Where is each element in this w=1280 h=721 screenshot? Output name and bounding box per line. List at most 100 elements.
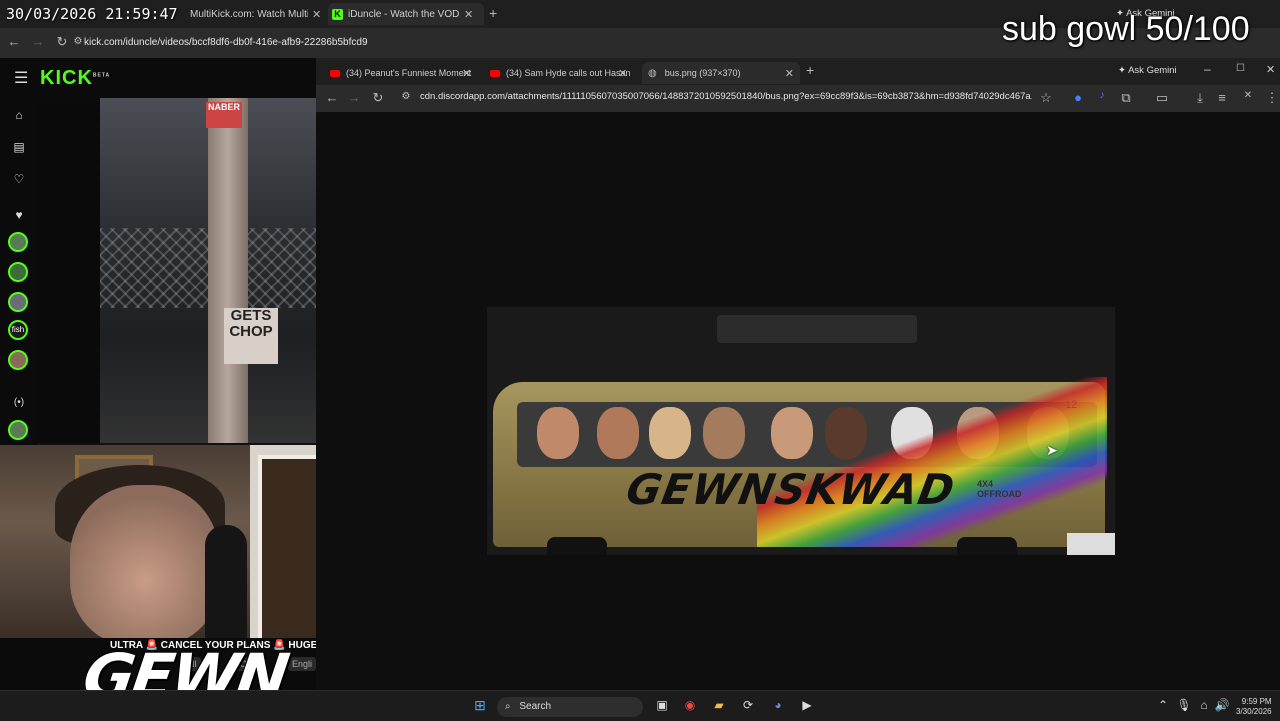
outer-url-field[interactable]: kick.com/iduncle/videos/bccf8df6-db0f-41…	[84, 33, 368, 53]
task-view-icon[interactable]: ▣	[654, 697, 670, 713]
reload-button[interactable]: ↻	[370, 90, 386, 106]
forward-button[interactable]: →	[30, 34, 46, 49]
taskbar-search[interactable]: ⌕ Search	[497, 697, 643, 717]
tab-label: MultiKick.com: Watch Multiple	[190, 8, 308, 20]
tab-label: (34) Peanut's Funniest Moment	[346, 68, 472, 78]
close-icon[interactable]: ✕	[462, 67, 471, 80]
face	[597, 407, 639, 459]
close-icon[interactable]: ✕	[785, 67, 794, 80]
bus-text: GEWNSKWAD	[622, 465, 959, 514]
extensions-puzzle-icon[interactable]: ⧉	[1118, 90, 1134, 106]
avatar[interactable]	[8, 262, 28, 282]
heart-icon[interactable]: ♥	[8, 204, 30, 226]
mouse-cursor-icon: ➤	[1046, 442, 1058, 458]
kick-beta-badge: BETA	[92, 72, 111, 79]
avatar-label: fish	[11, 325, 25, 334]
back-button[interactable]: ←	[324, 90, 340, 105]
inner-tab-samhyde[interactable]: (34) Sam Hyde calls out Hasan ✕	[488, 62, 638, 84]
bus-image[interactable]: GEWNSKWAD 4X4 OFFROAD 12	[487, 307, 1115, 555]
avatar[interactable]	[8, 232, 28, 252]
start-icon[interactable]: ⊞	[472, 697, 488, 713]
more-menu-icon[interactable]: ⋮	[1264, 90, 1280, 106]
youtube-icon	[330, 69, 340, 77]
webcam-feed	[0, 445, 343, 638]
inner-tab-peanut[interactable]: (34) Peanut's Funniest Moment ✕	[328, 62, 480, 84]
inner-tab-buspng[interactable]: ◍ bus.png (937×370) ✕	[642, 62, 800, 84]
kick-logo[interactable]: KICKBETA	[40, 67, 110, 90]
video-frame[interactable]: NABER GETS CHOP	[100, 98, 316, 443]
kick-logo-text: KICK	[40, 67, 93, 89]
forward-button[interactable]: →	[346, 90, 362, 105]
network-icon[interactable]: ⌂	[1196, 697, 1212, 713]
clock-time: 9:59 PM	[1241, 697, 1272, 706]
profile-icon[interactable]: ✕	[1240, 90, 1256, 101]
outer-tab-multikick[interactable]: MultiKick.com: Watch Multiple ✕	[186, 3, 330, 25]
tab-label: bus.png (937×370)	[664, 68, 741, 78]
ask-gemini-button[interactable]: ✦ Ask Gemini	[1118, 65, 1177, 76]
microphone-icon[interactable]: 🎙	[1176, 697, 1192, 713]
audio-icon[interactable]: ♪	[1094, 90, 1110, 101]
microphone	[205, 525, 247, 638]
home-icon[interactable]: ⌂	[8, 104, 30, 126]
search-icon: ⌕	[505, 701, 511, 712]
download-icon[interactable]: ⤓	[1192, 90, 1208, 106]
outer-tab-iduncle[interactable]: K iDuncle - Watch the VOD on K ✕	[328, 3, 484, 25]
browse-icon[interactable]: ▤	[8, 136, 30, 158]
avatar[interactable]	[8, 292, 28, 312]
face	[649, 407, 691, 459]
tag-chip[interactable]: Engli	[288, 657, 317, 671]
bookmark-star-icon[interactable]: ☆	[1038, 90, 1054, 106]
discord-icon[interactable]: ◕	[770, 697, 786, 713]
ask-gemini-label: Ask Gemini	[1128, 65, 1177, 76]
sign-top: NABER	[206, 102, 242, 128]
sidebar-icon[interactable]: ▭	[1154, 90, 1170, 106]
face	[703, 407, 745, 459]
search-label: Search	[519, 701, 552, 712]
new-tab-button[interactable]: +	[489, 5, 497, 21]
kick-favicon-icon: K	[332, 8, 343, 20]
media-player-icon[interactable]: ▶	[799, 697, 815, 713]
close-window-button[interactable]: ✕	[1266, 63, 1275, 76]
extension-icon[interactable]: ●	[1070, 90, 1086, 105]
live-icon: (•)	[13, 397, 25, 408]
tab-label: (34) Sam Hyde calls out Hasan	[506, 68, 631, 78]
side-text: 4X4 OFFROAD	[977, 479, 1022, 499]
person-face	[70, 485, 220, 638]
avatar[interactable]	[8, 420, 28, 440]
volume-icon[interactable]: 🔊	[1214, 697, 1230, 713]
avatar[interactable]	[8, 350, 28, 370]
image-corner	[1067, 533, 1115, 555]
following-icon[interactable]: ♡	[8, 168, 30, 190]
kick-header: ☰ KICKBETA	[0, 58, 316, 98]
minimize-button[interactable]: –	[1204, 62, 1211, 76]
globe-icon: ◍	[648, 67, 657, 79]
reload-button[interactable]: ↻	[54, 34, 70, 50]
close-icon[interactable]: ✕	[312, 8, 321, 21]
file-explorer-icon[interactable]: ▰	[711, 697, 727, 713]
chevron-up-icon[interactable]: ⌃	[1155, 697, 1171, 713]
pole-image	[208, 98, 248, 443]
inner-tab-bar: (34) Peanut's Funniest Moment ✕ (34) Sam…	[316, 58, 1280, 85]
avatar-fish[interactable]: fish	[8, 320, 28, 340]
system-clock[interactable]: 9:59 PM 3/30/2026	[1236, 697, 1272, 717]
chrome-icon[interactable]: ◉	[682, 697, 698, 713]
site-info-icon[interactable]: ⚙	[398, 91, 414, 102]
tab-label: iDuncle - Watch the VOD on K	[348, 8, 460, 20]
menu-icon[interactable]: ☰	[14, 68, 28, 88]
new-tab-button[interactable]: +	[806, 62, 814, 78]
wheel	[547, 537, 607, 555]
sub-goal-overlay: sub gowl 50/100	[1002, 10, 1250, 48]
roof-rack	[717, 315, 917, 343]
youtube-icon	[490, 69, 500, 77]
face	[537, 407, 579, 459]
inner-url-field[interactable]: cdn.discordapp.com/attachments/111110560…	[420, 91, 1032, 102]
close-icon[interactable]: ✕	[464, 8, 473, 21]
app-icon[interactable]: ⟳	[740, 697, 756, 713]
back-button[interactable]: ←	[6, 34, 22, 49]
close-icon[interactable]: ✕	[618, 67, 627, 80]
timestamp-overlay: 30/03/2026 21:59:47	[6, 5, 178, 23]
cast-icon[interactable]: ≡	[1214, 90, 1230, 105]
clock-date: 3/30/2026	[1236, 707, 1272, 716]
maximize-button[interactable]: ☐	[1236, 63, 1245, 74]
gemini-icon: ✦	[1118, 65, 1126, 76]
